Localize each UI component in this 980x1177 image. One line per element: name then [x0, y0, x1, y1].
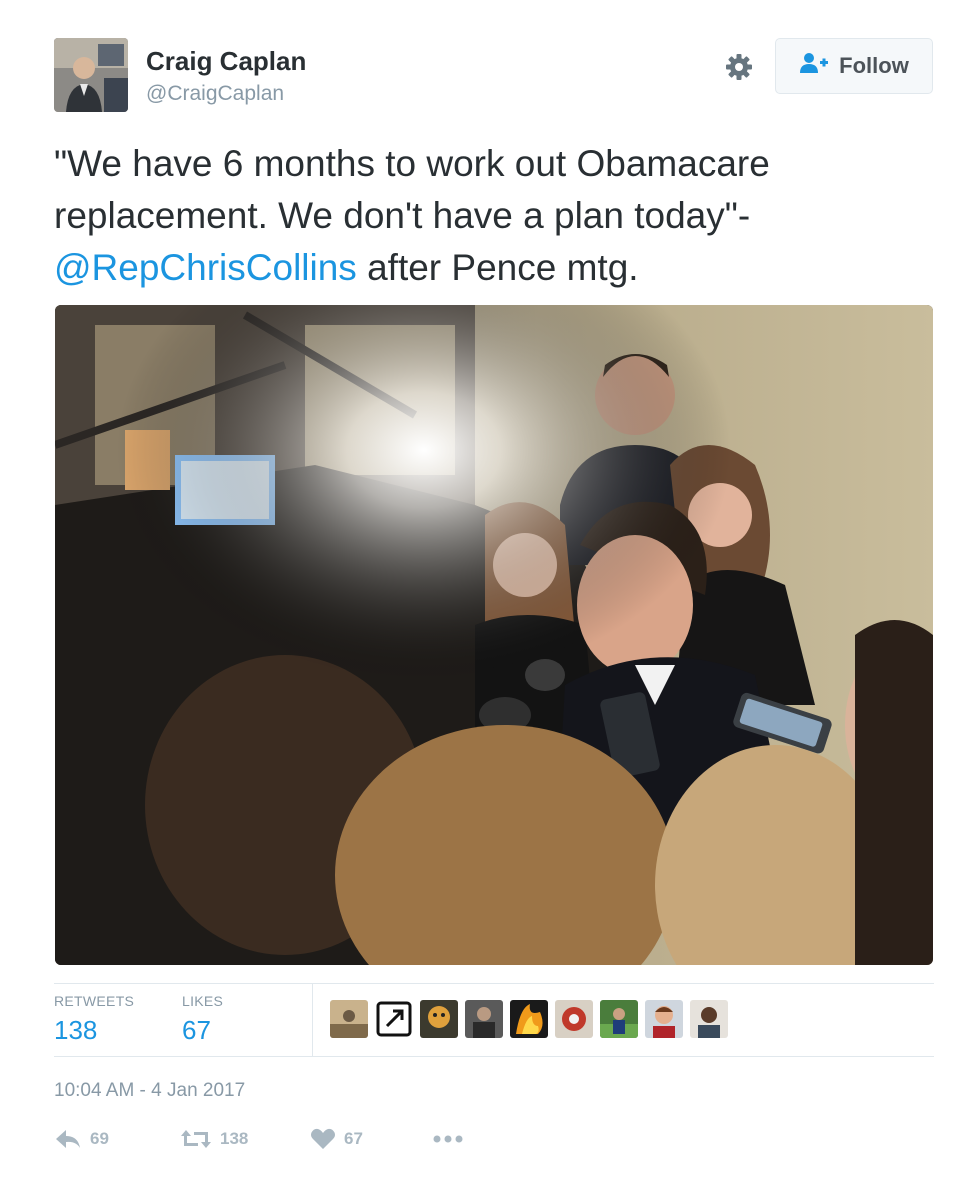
add-user-icon	[799, 52, 829, 80]
follow-button[interactable]: Follow	[775, 38, 933, 94]
heart-icon	[310, 1128, 336, 1150]
mention-link[interactable]: @RepChrisCollins	[54, 247, 357, 288]
reply-icon	[54, 1128, 82, 1150]
like-count: 67	[344, 1129, 363, 1148]
author-avatar[interactable]	[54, 38, 128, 112]
tweet-text-part1: "We have 6 months to work out Obamacare …	[54, 143, 770, 236]
author-handle[interactable]: @CraigCaplan	[146, 82, 284, 106]
stats-divider-bottom	[54, 1056, 934, 1057]
follow-button-label: Follow	[839, 53, 909, 78]
like-button[interactable]: 67	[310, 1128, 363, 1150]
liker-avatar[interactable]	[645, 1000, 683, 1038]
more-button[interactable]	[432, 1134, 464, 1144]
more-icon	[432, 1134, 464, 1144]
liker-avatar[interactable]	[600, 1000, 638, 1038]
retweet-icon	[180, 1128, 212, 1150]
stats-vertical-divider	[312, 984, 313, 1056]
retweets-label: RETWEETS	[54, 993, 135, 1009]
liker-avatar[interactable]	[690, 1000, 728, 1038]
tweet-timestamp[interactable]: 10:04 AM - 4 Jan 2017	[54, 1080, 245, 1102]
liker-avatar[interactable]	[555, 1000, 593, 1038]
liker-avatar-external-link-icon[interactable]	[375, 1000, 413, 1038]
reply-count: 69	[90, 1129, 109, 1148]
author-name[interactable]: Craig Caplan	[146, 46, 306, 77]
tweet-photo[interactable]	[55, 305, 933, 965]
likes-value: 67	[182, 1015, 211, 1045]
retweet-button[interactable]: 138	[180, 1128, 248, 1150]
tweet-text: "We have 6 months to work out Obamacare …	[54, 138, 934, 294]
liker-avatar[interactable]	[510, 1000, 548, 1038]
liker-avatar[interactable]	[330, 1000, 368, 1038]
likes-label: LIKES	[182, 993, 224, 1009]
liker-avatar[interactable]	[420, 1000, 458, 1038]
liker-avatars	[330, 1000, 728, 1038]
retweets-stat[interactable]: RETWEETS 138	[54, 993, 134, 1046]
stats-divider-top	[54, 983, 934, 984]
likes-stat[interactable]: LIKES 67	[182, 993, 223, 1046]
tweet-text-part2: after Pence mtg.	[356, 247, 639, 288]
retweets-value: 138	[54, 1015, 98, 1045]
reply-button[interactable]: 69	[54, 1128, 109, 1150]
retweet-count: 138	[220, 1129, 249, 1148]
liker-avatar[interactable]	[465, 1000, 503, 1038]
gear-icon[interactable]	[724, 52, 754, 82]
